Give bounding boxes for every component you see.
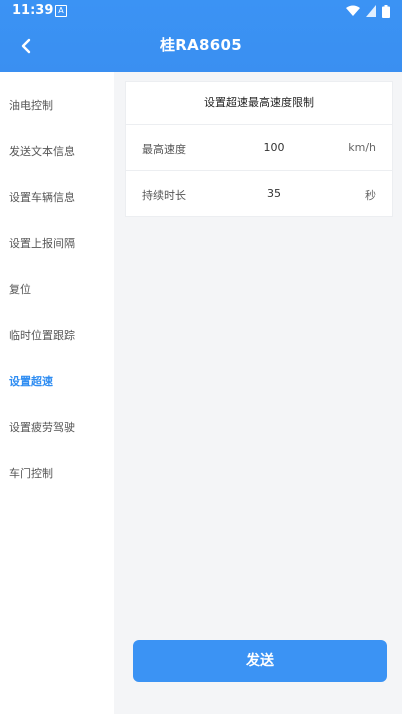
- signal-icon: [366, 5, 376, 17]
- battery-icon: [382, 4, 390, 18]
- send-button[interactable]: 发送: [133, 640, 387, 682]
- page-title: 桂RA8605: [159, 36, 242, 54]
- sidebar-item-overspeed[interactable]: 设置超速: [0, 359, 114, 405]
- duration-label: 持续时长: [142, 189, 186, 202]
- status-bar: 11:39 A: [0, 0, 402, 22]
- max-speed-label: 最高速度: [142, 143, 186, 156]
- sidebar-item-door-control[interactable]: 车门控制: [0, 451, 114, 497]
- sidebar-item-vehicle-info[interactable]: 设置车辆信息: [0, 175, 114, 221]
- sidebar-item-report-interval[interactable]: 设置上报间隔: [0, 221, 114, 267]
- max-speed-input[interactable]: 100: [244, 141, 304, 154]
- duration-row: 持续时长 35 秒: [126, 171, 392, 216]
- duration-unit: 秒: [365, 189, 376, 202]
- max-speed-row: 最高速度 100 km/h: [126, 125, 392, 171]
- status-time: 11:39: [12, 3, 54, 18]
- sidebar-item-temp-tracking[interactable]: 临时位置跟踪: [0, 313, 114, 359]
- max-speed-unit: km/h: [348, 141, 376, 154]
- title-bar: 桂RA8605: [0, 22, 402, 72]
- sidebar: 油电控制 发送文本信息 设置车辆信息 设置上报间隔 复位 临时位置跟踪 设置超速…: [0, 72, 114, 714]
- sidebar-item-oil-power-control[interactable]: 油电控制: [0, 83, 114, 129]
- main-panel: 设置超速最高速度限制 最高速度 100 km/h 持续时长 35 秒 发送: [114, 72, 402, 714]
- sidebar-item-fatigue-driving[interactable]: 设置疲劳驾驶: [0, 405, 114, 451]
- overspeed-settings-card: 设置超速最高速度限制 最高速度 100 km/h 持续时长 35 秒: [125, 81, 393, 217]
- wifi-icon: [346, 5, 360, 16]
- app-header: 11:39 A 桂RA8605: [0, 0, 402, 72]
- sidebar-item-reset[interactable]: 复位: [0, 267, 114, 313]
- sidebar-item-send-text[interactable]: 发送文本信息: [0, 129, 114, 175]
- card-title: 设置超速最高速度限制: [126, 82, 392, 125]
- duration-input[interactable]: 35: [244, 187, 304, 200]
- status-icons: [346, 3, 390, 19]
- notification-a-icon: A: [55, 5, 67, 17]
